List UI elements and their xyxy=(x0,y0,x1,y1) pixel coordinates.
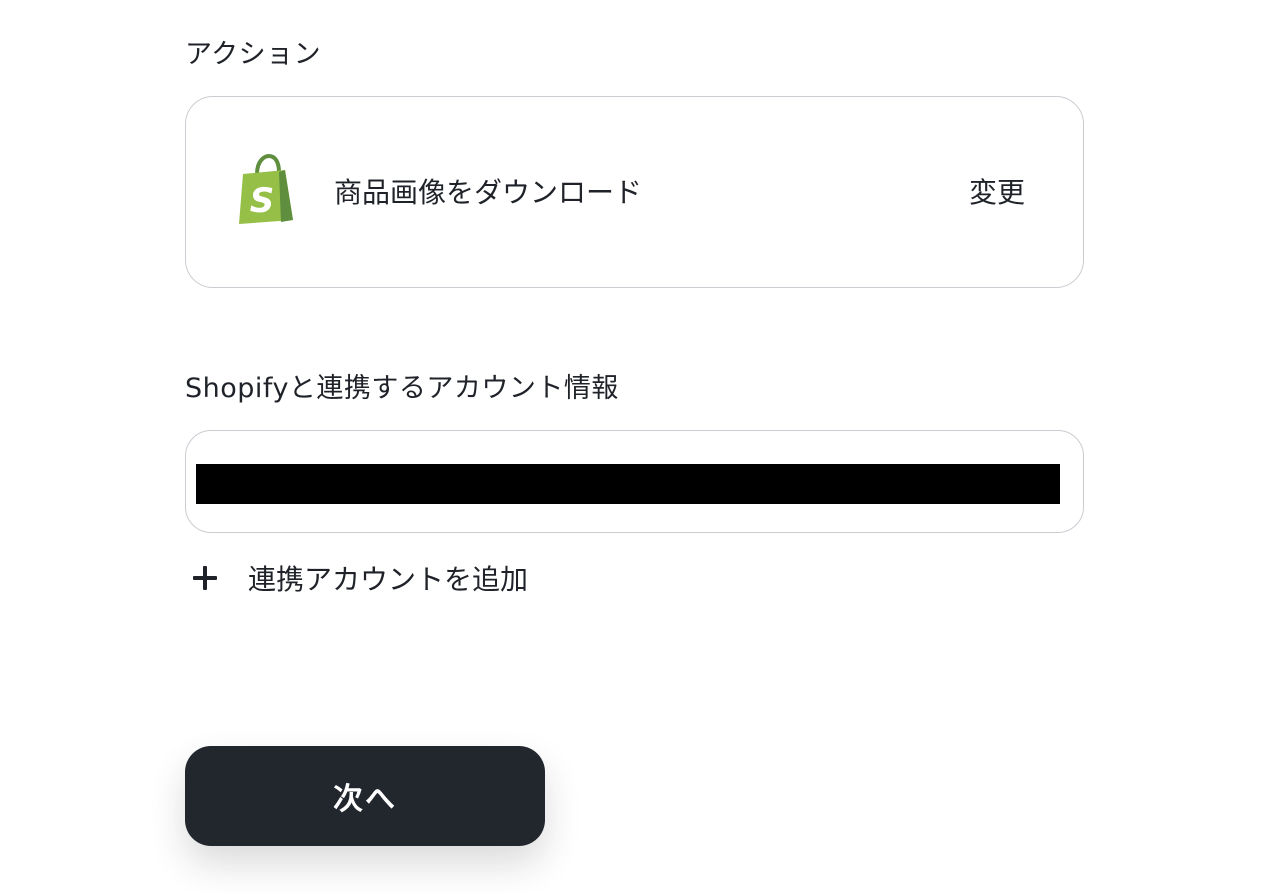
add-account-label: 連携アカウントを追加 xyxy=(248,563,529,596)
account-select[interactable] xyxy=(185,430,1084,533)
redacted-account-value xyxy=(196,464,1060,504)
shopify-bag-icon: S xyxy=(239,154,293,224)
action-name: 商品画像をダウンロード xyxy=(334,176,643,209)
action-card: S 商品画像をダウンロード 変更 xyxy=(185,96,1084,288)
next-button[interactable]: 次へ xyxy=(185,746,545,846)
action-section-label: アクション xyxy=(185,39,322,70)
account-section-label: Shopifyと連携するアカウント情報 xyxy=(185,373,619,404)
add-account-button[interactable]: 連携アカウントを追加 xyxy=(190,556,528,600)
plus-icon xyxy=(190,563,220,593)
svg-text:S: S xyxy=(250,181,275,221)
change-action-button[interactable]: 変更 xyxy=(969,171,1025,211)
